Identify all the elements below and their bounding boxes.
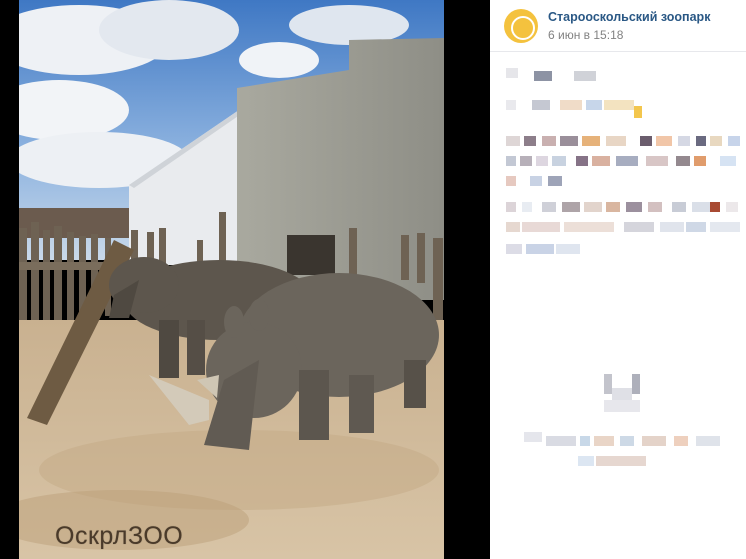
post-photo[interactable]: ОскрлЗОО [19,0,444,559]
obscured-text-1 [506,68,606,84]
avatar[interactable] [504,8,538,43]
post-sidebar: Старооскольский зоопарк 6 июн в 15:18 [490,0,746,559]
photo-pane[interactable]: ОскрлЗОО [0,0,490,559]
obscured-text-2 [506,100,646,120]
post-header: Старооскольский зоопарк 6 июн в 15:18 [490,0,746,52]
rhino-photo-illustration [19,0,444,559]
post-time[interactable]: 6 июн в 15:18 [548,27,710,43]
author-block: Старооскольский зоопарк 6 июн в 15:18 [548,9,710,43]
author-name[interactable]: Старооскольский зоопарк [548,9,710,25]
obscured-text-3 [506,136,746,186]
photo-watermark: ОскрлЗОО [55,522,184,550]
obscured-text-4 [506,202,746,262]
photo-viewer: ОскрлЗОО Старооскольский зоопарк 6 июн в… [0,0,746,559]
obscured-empty-text [524,432,734,472]
obscured-icon [604,374,652,414]
